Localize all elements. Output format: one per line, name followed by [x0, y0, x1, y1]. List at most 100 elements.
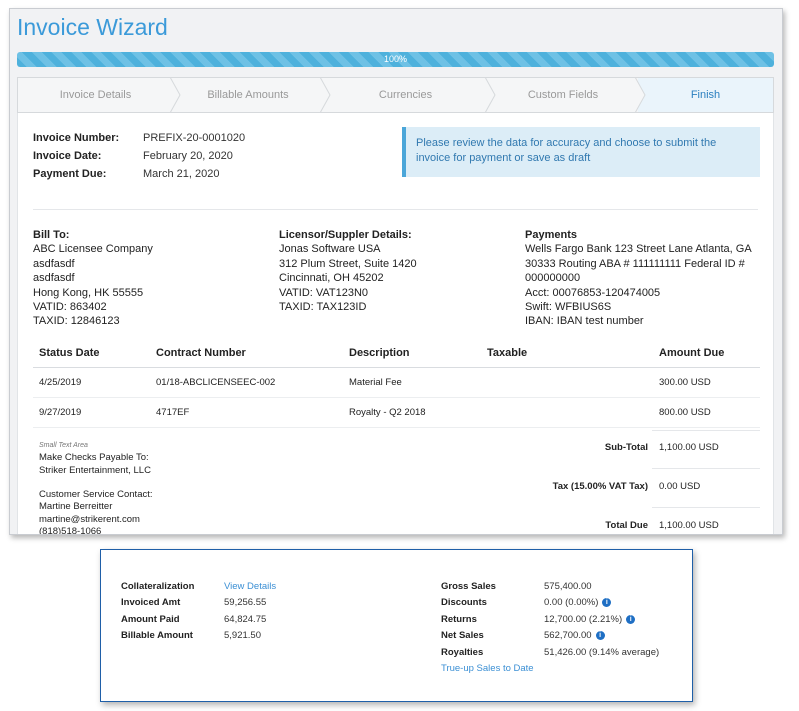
paid-row: Amount Paid 64,824.75	[121, 612, 266, 626]
invoice-items-table: Status Date Contract Number Description …	[33, 339, 760, 428]
subtotal-value: 1,100.00 USD	[659, 442, 719, 453]
invoice-card: Invoice Number: PREFIX-20-0001020 Invoic…	[17, 113, 774, 535]
step-currencies[interactable]: Currencies	[323, 77, 496, 113]
table-cell: 9/27/2019	[33, 397, 150, 428]
divider	[33, 209, 758, 210]
invoiced-label: Invoiced Amt	[121, 596, 181, 608]
step-invoice-details[interactable]: Invoice Details	[18, 77, 181, 113]
progress-bar: 100%	[17, 52, 774, 67]
table-cell: 01/18-ABCLICENSEEC-002	[150, 367, 343, 398]
billable-row: Billable Amount 5,921.50	[121, 628, 261, 642]
payments-line: 000000000	[525, 272, 581, 285]
table-cell: 800.00 USD	[653, 397, 760, 428]
table-cell	[481, 367, 653, 398]
divider	[652, 507, 760, 508]
discounts-row: Discounts 0.00 (0.00%) i	[441, 595, 612, 609]
contact-line: (818)518-1066	[39, 526, 102, 535]
payments-heading: Payments	[525, 229, 577, 241]
payment-due: March 21, 2020	[143, 168, 220, 180]
table-cell: 4717EF	[150, 397, 343, 428]
paid-value: 64,824.75	[224, 613, 267, 625]
net-sales-label: Net Sales	[441, 629, 484, 641]
table-header-row: Status Date Contract Number Description …	[33, 339, 760, 368]
divider	[652, 430, 760, 431]
bill-to-line: asdfasdf	[33, 257, 75, 270]
step-separator-icon	[319, 77, 331, 113]
bill-to-block: Bill To: ABC Licensee Company asdfasdf a…	[33, 228, 153, 329]
contact-line: Martine Berreitter	[39, 501, 113, 513]
table-cell: Material Fee	[343, 367, 481, 398]
info-icon[interactable]: i	[626, 614, 636, 624]
column-header: Taxable	[481, 339, 653, 368]
royalties-row: Royalties 51,426.00 (9.14% average)	[441, 645, 659, 659]
licensor-line: Jonas Software USA	[279, 243, 381, 256]
trueup-sales-link[interactable]: True-up Sales to Date	[441, 663, 534, 674]
subtotal-label: Sub-Total	[604, 442, 648, 453]
tax-label: Tax (15.00% VAT Tax)	[552, 481, 648, 492]
table-cell: 4/25/2019	[33, 367, 150, 398]
progress-label: 100%	[383, 54, 408, 64]
bill-to-heading: Bill To:	[33, 229, 70, 241]
page-title: Invoice Wizard	[17, 14, 168, 40]
bill-to-line: Hong Kong, HK 55555	[33, 286, 144, 299]
bill-to-line: ABC Licensee Company	[33, 243, 153, 256]
royalties-value: 51,426.00 (9.14% average)	[544, 646, 660, 658]
bill-to-line: asdfasdf	[33, 272, 75, 285]
payments-block: Payments Wells Fargo Bank 123 Street Lan…	[525, 228, 752, 329]
step-custom-fields[interactable]: Custom Fields	[488, 77, 646, 113]
payable-info: Small Text Area Make Checks Payable To: …	[39, 440, 153, 535]
small-text-area: Small Text Area	[39, 442, 88, 449]
step-label: Invoice Details	[59, 89, 132, 101]
licensor-line: Cincinnati, OH 45202	[279, 272, 384, 285]
licensor-heading: Licensor/Suppler Details:	[279, 229, 412, 241]
total-due-label: Total Due	[605, 520, 648, 531]
sales-summary-panel: Collateralization View Details Invoiced …	[100, 549, 693, 702]
gross-sales-value: 575,400.00	[544, 580, 592, 592]
step-label: Custom Fields	[527, 89, 599, 101]
wizard-steps: Invoice Details Billable Amounts Currenc…	[17, 77, 774, 113]
contact-line: martine@strikerent.com	[39, 513, 140, 525]
column-header: Description	[343, 339, 481, 368]
discounts-value: 0.00 (0.00%)	[544, 596, 599, 608]
review-notice: Please review the data for accuracy and …	[402, 127, 760, 177]
tax-value: 0.00 USD	[659, 481, 701, 492]
bill-to-line: TAXID: 12846123	[33, 315, 120, 328]
view-details-link[interactable]: View Details	[224, 581, 276, 592]
table-cell: 300.00 USD	[653, 367, 760, 398]
payments-line: Swift: WFBIUS6S	[525, 301, 612, 314]
table-row: 9/27/2019 4717EF Royalty - Q2 2018 800.0…	[33, 397, 760, 428]
info-icon[interactable]: i	[595, 630, 605, 640]
column-header: Status Date	[33, 339, 150, 368]
step-label: Currencies	[378, 89, 433, 101]
invoiced-value: 59,256.55	[224, 596, 267, 608]
step-billable-amounts[interactable]: Billable Amounts	[173, 77, 331, 113]
payment-due-label: Payment Due:	[33, 168, 107, 180]
invoice-date: February 20, 2020	[143, 150, 233, 162]
returns-label: Returns	[441, 613, 477, 625]
info-icon[interactable]: i	[602, 597, 612, 607]
divider	[652, 468, 760, 469]
step-separator-icon	[484, 77, 496, 113]
collateralization-row: Collateralization View Details	[121, 579, 276, 593]
licensor-line: 312 Plum Street, Suite 1420	[279, 257, 417, 270]
step-finish[interactable]: Finish	[638, 78, 773, 112]
total-due-value: 1,100.00 USD	[659, 520, 719, 531]
licensor-block: Licensor/Suppler Details: Jonas Software…	[279, 228, 417, 314]
step-separator-icon	[634, 77, 646, 113]
payments-line: Acct: 00076853-120474005	[525, 286, 661, 299]
discounts-label: Discounts	[441, 596, 487, 608]
payments-line: IBAN: IBAN test number	[525, 315, 644, 328]
bill-to-line: VATID: 863402	[33, 301, 107, 314]
invoiced-row: Invoiced Amt 59,256.55	[121, 595, 266, 609]
step-label: Finish	[690, 89, 721, 101]
column-header: Amount Due	[653, 339, 760, 368]
contact-line: Customer Service Contact:	[39, 489, 153, 501]
net-sales-row: Net Sales 562,700.00 i	[441, 628, 605, 642]
billable-label: Billable Amount	[121, 629, 193, 641]
payments-line: Wells Fargo Bank 123 Street Lane Atlanta…	[525, 243, 752, 256]
gross-row: Gross Sales 575,400.00	[441, 579, 592, 593]
licensor-line: VATID: VAT123N0	[279, 286, 369, 299]
invoice-wizard-window: Invoice Wizard 100% Invoice Details Bill…	[9, 8, 783, 535]
paid-label: Amount Paid	[121, 613, 180, 625]
payments-line: 30333 Routing ABA # 111111111 Federal ID…	[525, 257, 745, 270]
